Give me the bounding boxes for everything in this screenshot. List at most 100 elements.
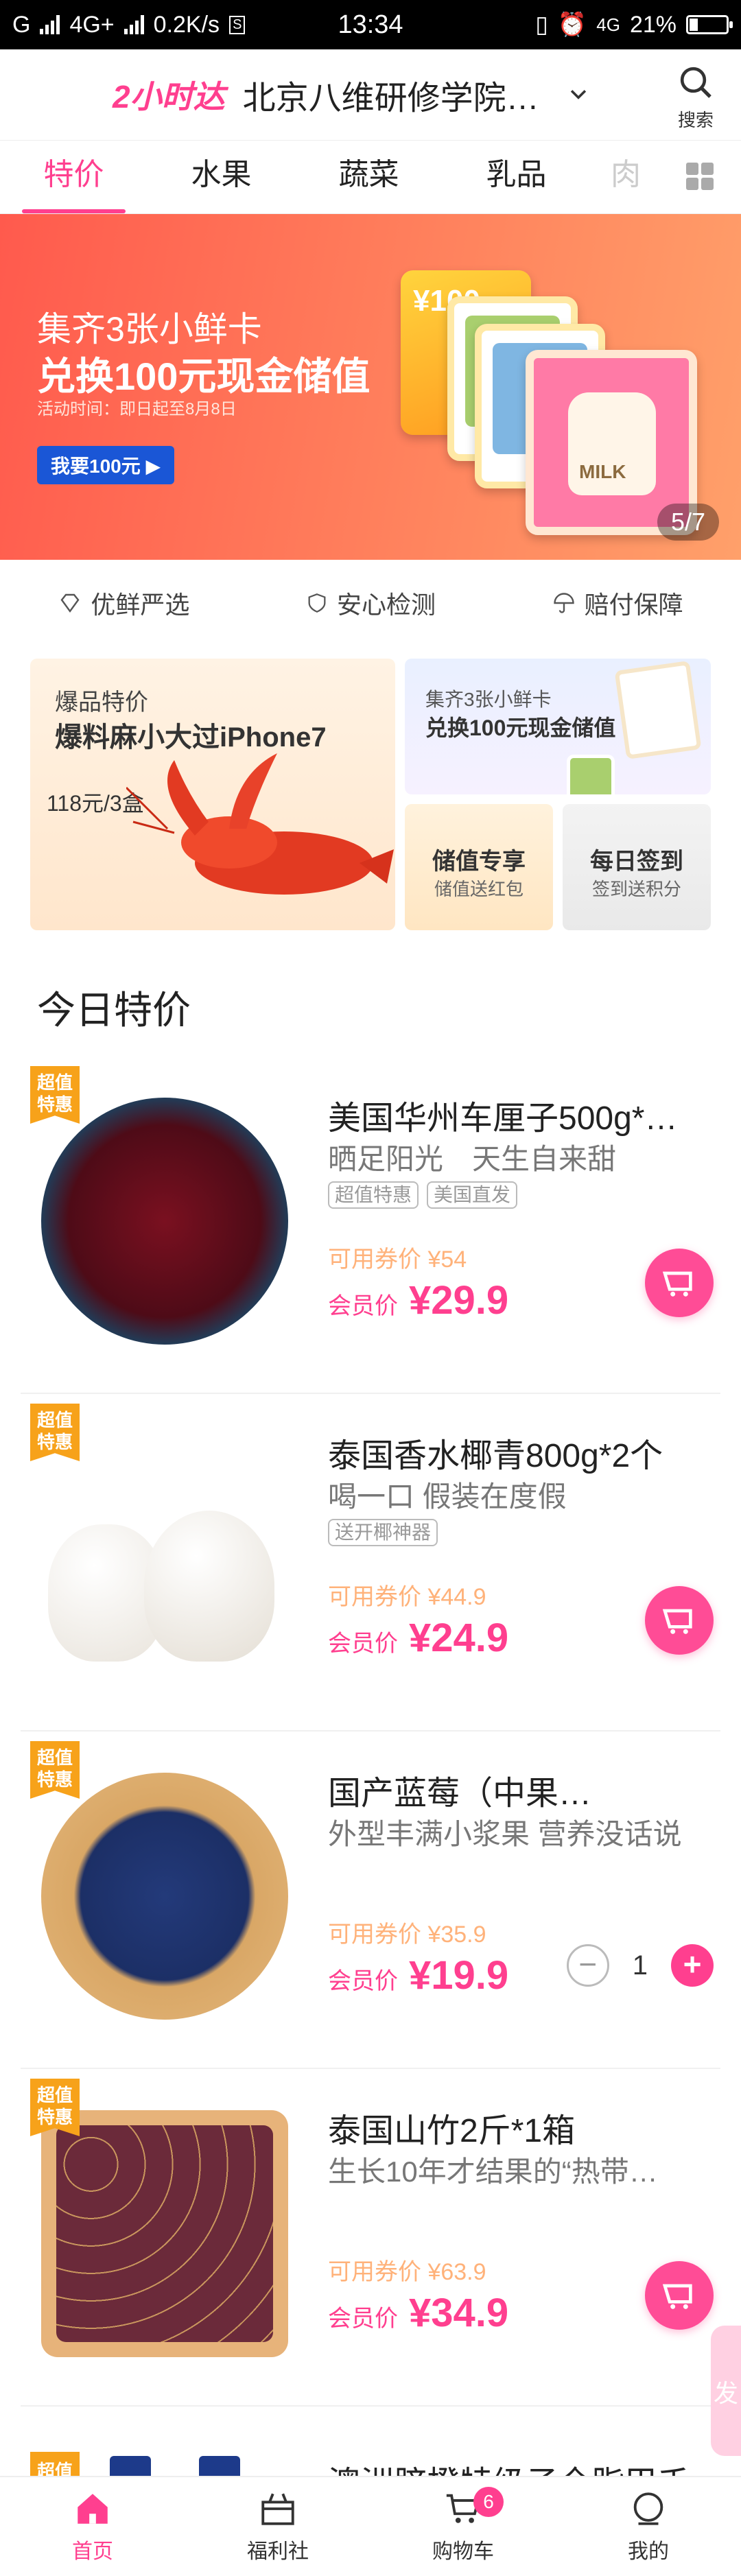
nav-welfare[interactable]: 福利社 [185,2477,370,2576]
carrier-label: G [12,11,31,38]
promo-crayfish[interactable]: 爆品特价 爆料麻小大过iPhone7 118元/3盒 [30,659,395,930]
deal-tag: 超值特惠 [30,1066,80,1124]
tab-meat[interactable]: 肉 [590,141,672,213]
gift-icon [261,2493,294,2525]
product-image-coconut [41,1435,288,1682]
promo-wide-card-icon-2 [567,755,615,794]
member-price: ¥29.9 [409,1278,509,1323]
promo-banner[interactable]: 集齐3张小鲜卡 兑换100元现金储值 活动时间：即日起至8月8日 我要100元 … [0,214,741,560]
cart-icon [662,1609,692,1634]
promo-small1-title: 储值专享 [432,849,526,875]
tab-fruit[interactable]: 水果 [148,141,295,213]
bottom-navigation: 首页 福利社 6 购物车 我的 [0,2476,741,2576]
member-price-row: 会员价 ¥34.9 [328,2290,508,2336]
profile-icon [633,2492,663,2525]
tab-vegetables[interactable]: 蔬菜 [295,141,443,213]
nav-label: 我的 [628,2540,669,2563]
banner-cta-button[interactable]: 我要100元 ▶ [37,446,175,484]
promo-small1-subtitle: 储值送红包 [434,879,524,899]
promo-stored-value[interactable]: 储值专享 储值送红包 [405,804,553,930]
add-to-cart-button[interactable] [645,1249,714,1317]
side-float-button[interactable]: 发 [711,2326,741,2456]
diamond-icon [60,593,80,613]
alarm-icon: ⏰ [557,12,587,38]
promo-fresh-card[interactable]: 集齐3张小鲜卡 兑换100元现金储值 [405,659,711,794]
product-image-blueberry [41,1773,288,2020]
banner-card-milk-text: MILK [579,461,626,482]
member-price-label: 会员价 [328,2306,398,2332]
network-speed: 0.2K/s [153,11,220,38]
location-selector[interactable]: 北京八维研修学院… [243,71,539,119]
product-tag: 美国直发 [427,1181,518,1209]
product-card-coconut[interactable]: 超值特惠 泰国香水椰青800g*2个 喝一口 假装在度假 送开椰神器 可用券价 … [0,1394,741,1732]
member-price-row: 会员价 ¥19.9 [328,1952,508,1998]
product-name: 国产蓝莓（中果… [328,1775,592,1812]
signal-icon [40,15,60,34]
promo-wide-card-icon [614,660,702,760]
member-price: ¥19.9 [409,1953,509,1998]
status-bar: G 4G+ 0.2K/s S 13:34 ▯ ⏰ 4G 21% [0,0,741,49]
crayfish-image [126,753,394,895]
feature-guarantee: 赔付保障 [552,585,683,621]
tab-dairy[interactable]: 乳品 [443,141,590,213]
product-name: 泰国山竹2斤*1箱 [328,2113,576,2149]
coupon-price: 可用券价 ¥44.9 [328,1584,486,1610]
product-card-mangosteen[interactable]: 超值特惠 泰国山竹2斤*1箱 生长10年才结果的“热带… 可用券价 ¥63.9 … [0,2069,741,2407]
app-header: 2小时达 北京八维研修学院… 搜索 [0,49,741,140]
nav-cart[interactable]: 6 购物车 [370,2477,556,2576]
vibrate-icon: ▯ [535,12,548,38]
promo-small2-subtitle: 签到送积分 [591,879,681,899]
product-desc: 外型丰满小浆果 营养没话说 [328,1818,682,1850]
feature-label-3: 赔付保障 [584,591,683,619]
product-card-blueberry[interactable]: 超值特惠 国产蓝莓（中果… 外型丰满小浆果 营养没话说 可用券价 ¥35.9 会… [0,1732,741,2069]
download-icon: S [229,15,246,34]
status-left: G 4G+ 0.2K/s S [12,11,246,38]
member-price-label: 会员价 [328,1631,398,1657]
feature-label-2: 安心检测 [336,591,436,619]
promo-wide-line1: 集齐3张小鲜卡 [425,689,552,710]
delivery-badge: 2小时达 [113,79,225,115]
product-tags: 超值特惠 美国直发 [328,1181,518,1209]
shield-icon [308,593,326,613]
coupon-price: 可用券价 ¥35.9 [328,1922,486,1948]
decrease-button[interactable]: − [566,1944,609,1987]
add-to-cart-button[interactable] [645,1586,714,1655]
add-to-cart-button[interactable] [645,2261,714,2330]
chevron-down-icon[interactable] [567,83,590,106]
product-tags: 送开椰神器 [328,1519,438,1546]
product-card-cherries[interactable]: 超值特惠 美国华州车厘子500g*… 晒足阳光 天生自来甜 超值特惠 美国直发 … [0,1056,741,1394]
tab-special[interactable]: 特价 [0,141,148,213]
promo-big-subtitle: 爆品特价 [55,689,148,716]
feature-label-1: 优鲜严选 [91,591,190,619]
search-button[interactable]: 搜索 [671,63,720,132]
member-price-row: 会员价 ¥29.9 [328,1277,508,1323]
member-price-label: 会员价 [328,1968,398,1994]
deal-tag: 超值特惠 [30,1404,80,1461]
battery-percent: 21% [629,11,677,38]
divider [21,2405,720,2407]
battery-icon [686,15,733,34]
category-grid-icon[interactable] [686,163,714,190]
status-right: ▯ ⏰ 4G 21% [535,11,733,38]
banner-pager: 5/7 [657,504,719,541]
nav-home[interactable]: 首页 [0,2477,185,2576]
category-tabs: 特价 水果 蔬菜 乳品 肉 [0,140,741,214]
product-tag: 超值特惠 [328,1181,419,1209]
cart-count-badge: 6 [473,2487,504,2517]
deal-tag: 超值特惠 [30,2079,80,2136]
product-tag: 送开椰神器 [328,1519,438,1546]
member-price: ¥24.9 [409,1616,509,1660]
banner-line1: 集齐3张小鲜卡 [37,310,262,348]
promo-daily-checkin[interactable]: 每日签到 签到送积分 [563,804,711,930]
network-type-1: 4G+ [69,11,115,38]
search-icon [680,67,711,98]
umbrella-icon [553,593,574,613]
network-type-2: 4G [596,14,620,35]
member-price-row: 会员价 ¥24.9 [328,1615,508,1661]
coupon-price: 可用券价 ¥54 [328,1246,467,1273]
increase-button[interactable]: + [671,1944,714,1987]
nav-profile[interactable]: 我的 [556,2477,741,2576]
promo-wide-line2: 兑换100元现金储值 [425,716,616,740]
signal-icon-2 [124,15,144,34]
deal-tag: 超值特惠 [30,1741,80,1799]
